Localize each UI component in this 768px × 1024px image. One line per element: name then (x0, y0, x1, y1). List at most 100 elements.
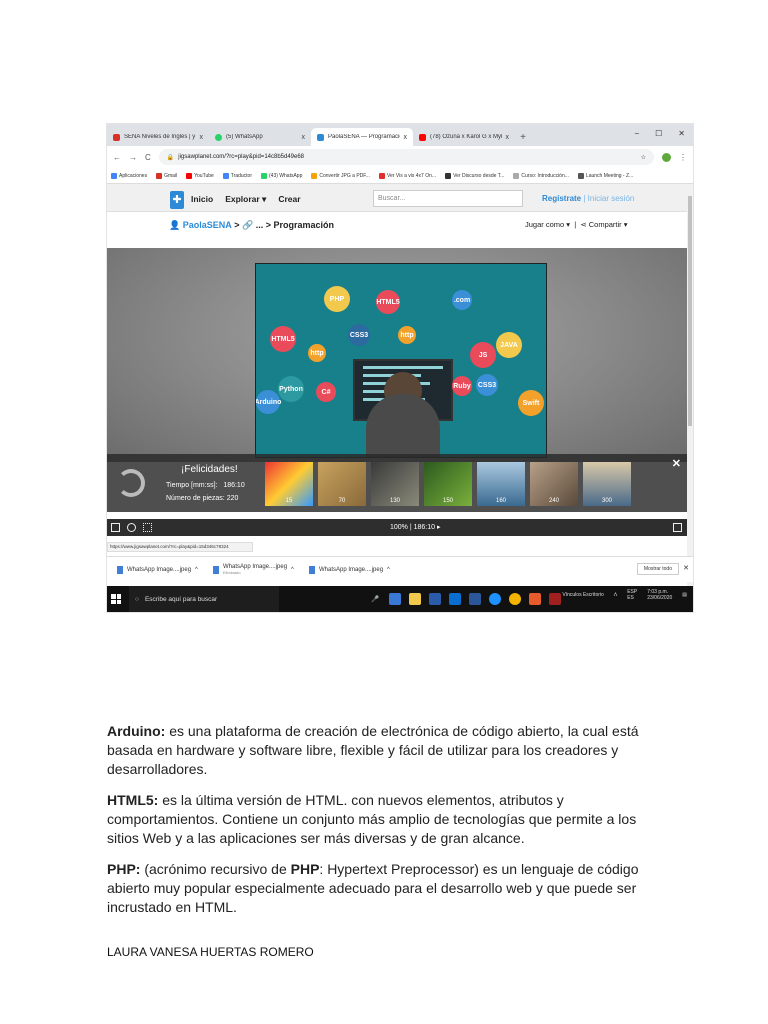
close-icon[interactable]: x (302, 134, 306, 141)
bookmark-item[interactable]: Traductor (222, 172, 252, 179)
minimize-button[interactable]: − (634, 129, 639, 138)
breadcrumb-path: 👤 PaolaSENA > 🔗 ... > Programación (169, 220, 334, 231)
edge-icon[interactable] (389, 593, 402, 605)
bookmark-icon (577, 172, 584, 179)
play-as-menu[interactable]: Jugar como ▾ (525, 220, 570, 229)
thumb-70[interactable]: 70 (318, 462, 366, 506)
thumb-300[interactable]: 300 (583, 462, 631, 506)
chrome-icon[interactable] (509, 593, 522, 605)
search-input[interactable]: Buscar... (373, 190, 523, 207)
tab-programacion[interactable]: PaolaSENA — Programación x (311, 128, 413, 146)
tech-bubble: Ruby (452, 376, 472, 396)
close-icon[interactable]: ✕ (683, 564, 689, 572)
pieces-row: Número de piezas: 220 (166, 495, 239, 502)
app-icon[interactable] (489, 593, 502, 605)
ghost-icon[interactable] (127, 523, 136, 532)
login-link[interactable]: | Iniciar sesión (583, 194, 634, 203)
grid-icon[interactable] (143, 523, 152, 532)
nav-crear[interactable]: Crear (278, 194, 300, 205)
tech-bubble: JAVA (496, 332, 522, 358)
fullscreen-icon[interactable] (673, 523, 682, 532)
zoom-timer: 100% | 186:10 ▸ (390, 524, 441, 531)
lock-icon: 🔒 (166, 154, 175, 161)
mic-icon[interactable]: 🎤 (371, 595, 379, 603)
avatar[interactable] (662, 152, 671, 162)
bookmark-item[interactable]: YouTube (186, 172, 214, 179)
html5-paragraph: HTML5: es la última versión de HTML. con… (107, 792, 637, 846)
clock[interactable]: 7:03 p.m. 23/06/2020 (647, 589, 672, 601)
close-window-button[interactable]: ✕ (678, 129, 685, 138)
thumb-15[interactable]: 15 (265, 462, 313, 506)
close-icon[interactable]: x (404, 134, 408, 141)
bookmark-icon (445, 172, 452, 179)
folder-icon[interactable] (409, 593, 422, 605)
tab-title: PaolaSENA — Programación (328, 134, 400, 140)
tech-bubble: Arduino (256, 390, 281, 414)
image-icon[interactable] (111, 523, 120, 532)
thumb-240[interactable]: 240 (530, 462, 578, 506)
new-tab-button[interactable]: + (515, 128, 531, 146)
bookmark-item[interactable]: Launch Meeting - Z... (577, 172, 633, 179)
download-item[interactable]: WhatsApp Image....jpeg ^ (299, 557, 395, 582)
share-menu[interactable]: Compartir ▾ (589, 220, 628, 229)
download-item[interactable]: WhatsApp Image....jpeg Eliminado ^ (203, 557, 299, 582)
download-item[interactable]: WhatsApp Image....jpeg ^ (107, 557, 203, 582)
search-icon: ○ (135, 595, 139, 603)
congrats-title: ¡Felicidades! (181, 464, 238, 475)
tech-bubble: HTML5 (376, 290, 400, 314)
maximize-button[interactable]: ☐ (655, 129, 662, 138)
back-button[interactable]: ← (113, 153, 121, 162)
register-link[interactable]: Regístrate (542, 194, 581, 203)
bookmark-item[interactable]: Gmail (156, 172, 177, 179)
youtube-icon (419, 133, 426, 141)
bookmark-item[interactable]: (43) WhatsApp (261, 172, 302, 179)
thumb-160[interactable]: 160 (477, 462, 525, 506)
tray-icons[interactable]: ᐱ (614, 592, 617, 598)
whatsapp-icon (215, 133, 222, 141)
bookmark-icon (311, 172, 318, 179)
nav-explorar[interactable]: Explorar ▾ (225, 194, 266, 205)
star-icon[interactable]: ☆ (641, 154, 646, 161)
puzzle-image[interactable]: PHP HTML5 .com HTML5 CSS3 http JS JAVA http Pytho… (255, 263, 547, 458)
thumb-130[interactable]: 130 (371, 462, 419, 506)
menu-icon[interactable]: ⋮ (679, 153, 687, 162)
puzzle-stage[interactable]: PHP HTML5 .com HTML5 CSS3 http JS JAVA http Pytho… (107, 248, 687, 462)
taskbar-search[interactable]: ○ Escribe aquí para buscar (129, 586, 279, 612)
store-icon[interactable] (429, 593, 442, 605)
bookmark-item[interactable]: Convertir JPG a PDF... (311, 172, 370, 179)
reload-button[interactable]: C (145, 153, 151, 162)
bookmark-icon (378, 172, 385, 179)
app-icon[interactable] (549, 593, 562, 605)
tech-bubble: JS (470, 342, 496, 368)
time-row: Tiempo [mm:ss]: 186:10 (166, 482, 245, 489)
url-field[interactable]: 🔒 jigsawplanet.com/?rc=play&pid=14c8b5d4… (158, 149, 654, 165)
windows-icon[interactable] (111, 594, 121, 604)
close-icon[interactable]: ✕ (672, 457, 681, 470)
notification-icon[interactable]: ▤ (682, 592, 687, 598)
show-all-button[interactable]: Mostrar todo (636, 563, 679, 575)
thumb-150[interactable]: 150 (424, 462, 472, 506)
breadcrumb-user[interactable]: PaolaSENA (183, 220, 232, 230)
mail-icon[interactable] (449, 593, 462, 605)
jigsaw-logo-icon[interactable]: ✚ (170, 191, 184, 209)
app-icon[interactable] (529, 593, 542, 605)
bookmark-item[interactable]: Aplicaciones (111, 172, 147, 179)
forward-button[interactable]: → (129, 153, 137, 162)
gmail-icon (113, 133, 120, 141)
replay-icon[interactable] (117, 469, 145, 497)
bookmark-item[interactable]: Ver Vis a vis 4x7 On... (378, 172, 436, 179)
nav-inicio[interactable]: Inicio (191, 194, 213, 205)
tab-youtube[interactable]: (78) Ozuna x Karol G x Myke Tow x (413, 128, 515, 146)
close-icon[interactable]: x (200, 134, 204, 141)
close-icon[interactable]: x (506, 134, 510, 141)
puzzle-toolbar: 100% | 186:10 ▸ (107, 519, 687, 536)
word-icon[interactable] (469, 593, 482, 605)
php-paragraph: PHP: (acrónimo recursivo de PHP: Hyperte… (107, 861, 639, 915)
tab-whatsapp[interactable]: (5) WhatsApp x (209, 128, 311, 146)
bookmark-item[interactable]: Curso: Introducción... (513, 172, 569, 179)
page-scrollbar[interactable] (687, 184, 693, 604)
bookmark-icon (186, 172, 193, 179)
lang-indicator[interactable]: ESP ES (627, 589, 637, 601)
tab-sena[interactable]: SENA Niveles de Inglés | y Nivel x (107, 128, 209, 146)
bookmark-item[interactable]: Ver Discurso desde T... (445, 172, 504, 179)
